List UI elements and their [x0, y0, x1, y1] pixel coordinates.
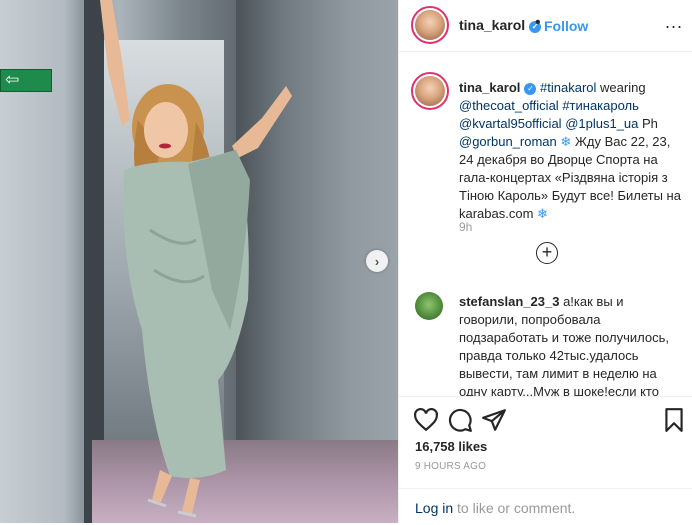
post-header: tina_karol ✓ • Follow ... [399, 0, 692, 52]
heart-icon[interactable] [413, 407, 439, 433]
instagram-post: ⇦ › tina_karol ✓ • Follow ... tina_karol… [0, 0, 692, 523]
comment-item: stefanslan_23_3 а!как вы и говорили, поп… [459, 293, 685, 396]
like-count[interactable]: 16,758 likes [415, 439, 487, 454]
login-prompt-text-block: Log in to like or comment. [415, 500, 575, 516]
caption-username[interactable]: tina_karol [459, 80, 520, 95]
caption-mention[interactable]: @gorbun_roman [459, 134, 557, 149]
bookmark-icon[interactable] [661, 407, 687, 433]
woman-figure [100, 0, 292, 518]
login-prompt-text: to like or comment. [453, 500, 576, 516]
login-prompt: Log in to like or comment. [399, 488, 692, 525]
caption-text: Ph [638, 116, 658, 131]
header-user-block: tina_karol ✓ [459, 17, 542, 33]
header-separator: • [535, 14, 541, 31]
caption-text: wearing [596, 80, 646, 95]
comment-icon[interactable] [447, 407, 473, 433]
caption-time: 9h [459, 220, 473, 234]
caption-verified-icon: ✓ [524, 83, 537, 95]
post-photo[interactable]: ⇦ › [0, 0, 398, 523]
post-actions: 16,758 likes 9 HOURS AGO Log in to like … [399, 396, 692, 524]
post-caption: tina_karol ✓ #tinakarol wearing @thecoat_… [459, 79, 683, 223]
caption-mention[interactable]: @kvartal95official [459, 116, 562, 131]
caption-mention[interactable]: @thecoat_official [459, 98, 559, 113]
plus-circle-icon[interactable]: + [536, 242, 558, 264]
comments-section[interactable]: tina_karol ✓ #tinakarol wearing @thecoat_… [399, 52, 692, 396]
login-link[interactable]: Log in [415, 500, 453, 516]
share-icon[interactable] [481, 407, 507, 433]
caption-hashtag[interactable]: #tinakarol [540, 80, 596, 95]
post-timestamp[interactable]: 9 HOURS AGO [415, 461, 486, 472]
follow-button[interactable]: Follow [544, 18, 588, 34]
post-sidebar: tina_karol ✓ • Follow ... tina_karol ✓ #ti… [398, 0, 692, 523]
caption-hashtag[interactable]: #тинакароль [562, 98, 639, 113]
snowflake-icon: ❄ [537, 206, 548, 221]
comment-text: а!как вы и говорили, попробовала подзара… [459, 294, 669, 396]
next-slide-button[interactable]: › [366, 250, 388, 272]
author-avatar[interactable] [415, 10, 445, 40]
comment-username[interactable]: stefanslan_23_3 [459, 294, 559, 309]
header-username[interactable]: tina_karol [459, 17, 525, 33]
caption-avatar[interactable] [415, 76, 445, 106]
commenter-avatar[interactable] [415, 292, 443, 320]
caption-mention[interactable]: @1plus1_ua [565, 116, 638, 131]
more-options-button[interactable]: ... [665, 12, 683, 33]
snowflake-icon: ❄ [560, 134, 572, 149]
chevron-right-icon: › [374, 253, 380, 269]
